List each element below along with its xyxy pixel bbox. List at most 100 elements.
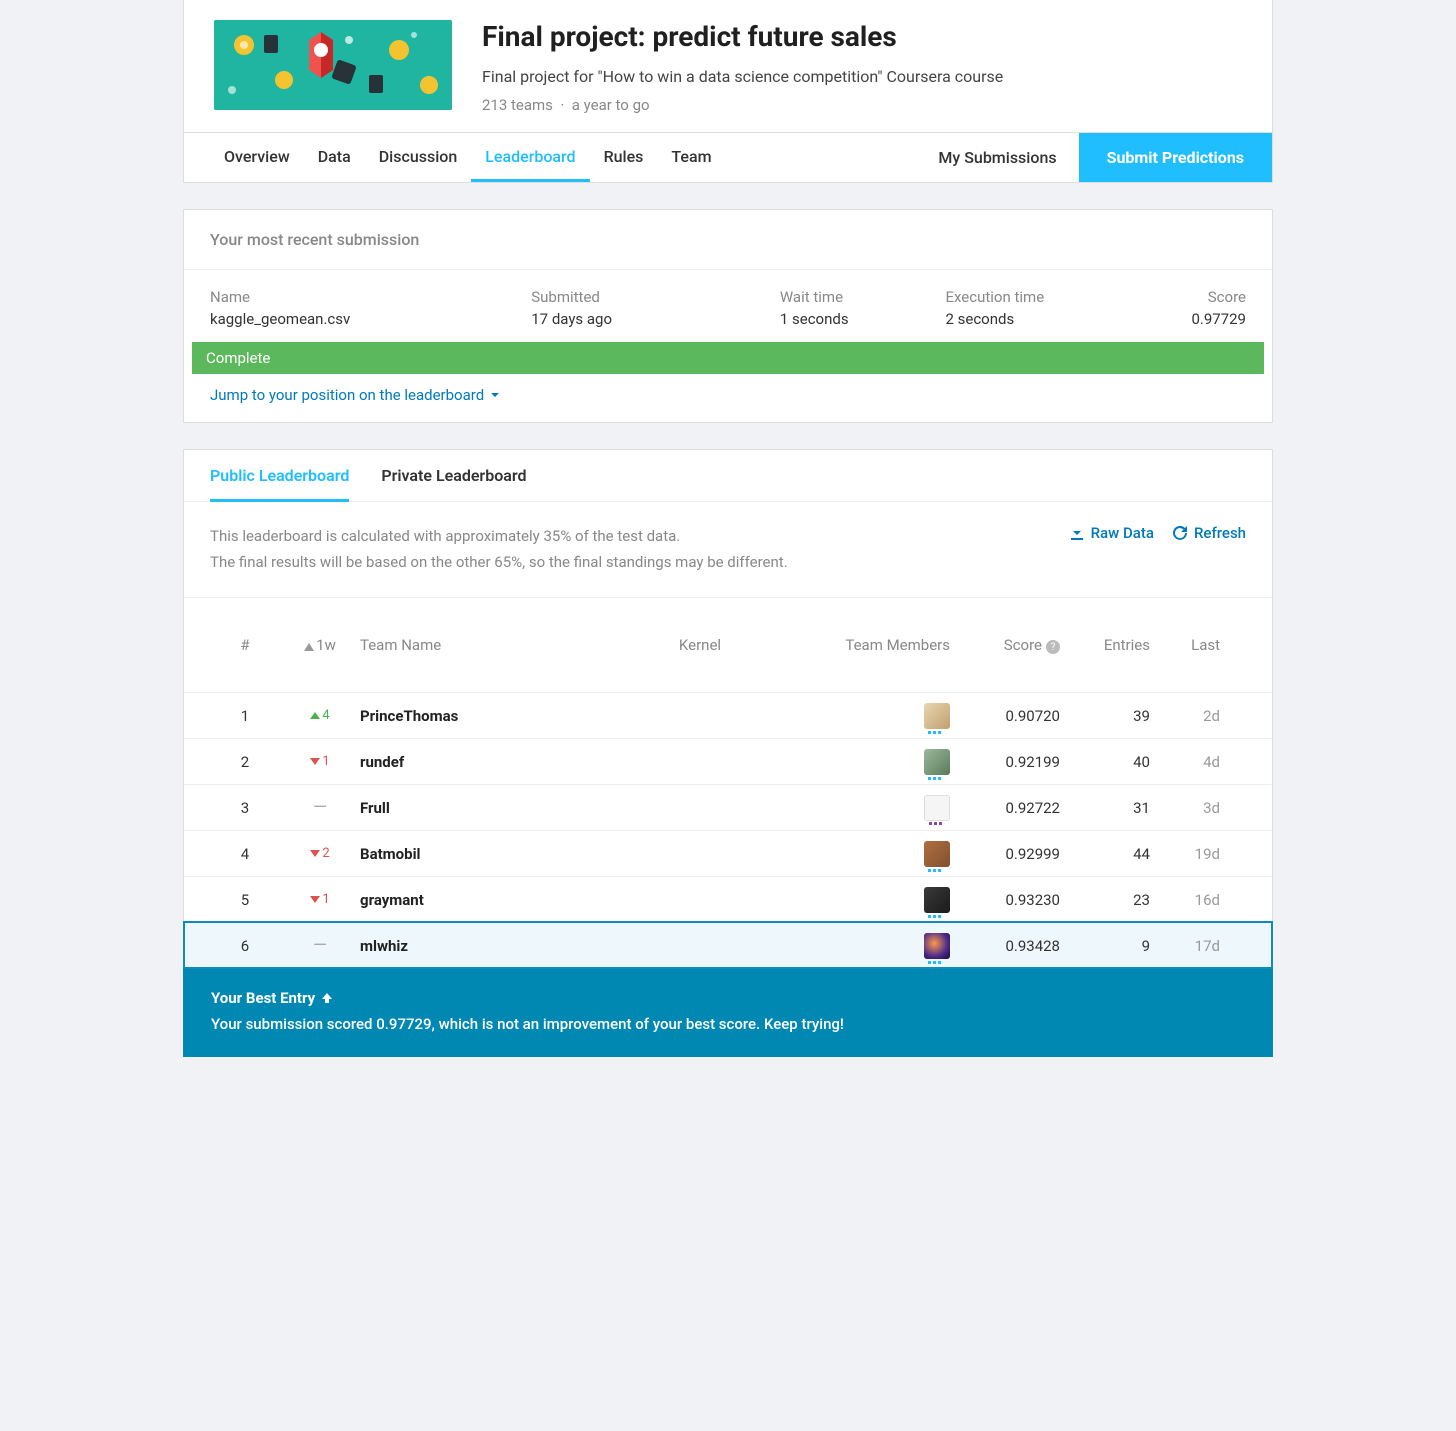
col-last: Last [1150,636,1220,654]
cell-entries: 39 [1060,707,1150,725]
main-tabs: Overview Data Discussion Leaderboard Rul… [184,132,1272,182]
recent-label-score: Score [1142,288,1246,306]
recent-value-submitted: 17 days ago [531,310,770,328]
cell-team-name: PrinceThomas [360,707,620,725]
cell-entries: 44 [1060,845,1150,863]
recent-value-wait: 1 seconds [780,310,936,328]
cell-rank: 3 [210,799,280,817]
my-submissions-link[interactable]: My Submissions [916,133,1078,182]
cell-last: 2d [1150,707,1220,725]
avatar[interactable] [924,703,950,729]
arrow-up-icon [321,992,333,1004]
tab-data[interactable]: Data [304,133,365,182]
cell-members [780,795,950,821]
cell-score: 0.92999 [950,845,1060,863]
cell-rank: 6 [210,937,280,955]
help-icon[interactable]: ? [1046,640,1060,654]
cell-team-name: Frull [360,799,620,817]
best-entry-message: Your submission scored 0.97729, which is… [211,1015,1245,1033]
col-entries: Entries [1060,636,1150,654]
tab-overview[interactable]: Overview [210,133,304,182]
cell-team-name: Batmobil [360,845,620,863]
cell-entries: 23 [1060,891,1150,909]
table-row[interactable]: 3 — Frull 0.92722 31 3d [184,784,1272,830]
cell-score: 0.90720 [950,707,1060,725]
recent-value-score: 0.97729 [1142,310,1246,328]
jump-to-position-link[interactable]: Jump to your position on the leaderboard [184,374,1272,422]
tab-discussion[interactable]: Discussion [365,133,472,182]
avatar[interactable] [924,933,950,959]
competition-header: Final project: predict future sales Fina… [183,0,1273,183]
cell-last: 3d [1150,799,1220,817]
col-members: Team Members [780,636,950,654]
recent-label-exec: Execution time [945,288,1132,306]
cell-score: 0.93230 [950,891,1060,909]
cell-rank: 2 [210,753,280,771]
col-team: Team Name [360,636,620,654]
col-kernel: Kernel [620,636,780,654]
recent-label-wait: Wait time [780,288,936,306]
refresh-link[interactable]: Refresh [1172,524,1246,542]
cell-delta: 4 [280,708,360,723]
table-row[interactable]: 6 — mlwhiz 0.93428 9 17d [184,922,1272,968]
recent-value-exec: 2 seconds [945,310,1132,328]
raw-data-link[interactable]: Raw Data [1069,524,1154,542]
delta-icon [304,643,314,651]
tab-leaderboard[interactable]: Leaderboard [471,133,589,182]
cell-entries: 9 [1060,937,1150,955]
cell-entries: 31 [1060,799,1150,817]
avatar[interactable] [924,795,950,821]
avatar[interactable] [924,749,950,775]
cell-delta: 1 [280,754,360,769]
cell-last: 4d [1150,753,1220,771]
cell-entries: 40 [1060,753,1150,771]
tab-team[interactable]: Team [657,133,725,182]
cell-members [780,703,950,729]
col-rank: # [210,636,280,654]
table-row[interactable]: 1 4 PrinceThomas 0.90720 39 2d [184,692,1272,738]
recent-submission-heading: Your most recent submission [184,210,1272,270]
leaderboard-table: # 1w Team Name Kernel Team Members Score… [184,597,1272,968]
caret-down-icon [490,390,500,400]
avatar[interactable] [924,841,950,867]
cell-members [780,841,950,867]
cell-members [780,933,950,959]
download-icon [1069,525,1085,541]
tab-rules[interactable]: Rules [590,133,658,182]
best-entry-title: Your Best Entry [211,989,315,1007]
recent-label-name: Name [210,288,521,306]
cell-team-name: rundef [360,753,620,771]
cell-score: 0.92199 [950,753,1060,771]
competition-subtitle: Final project for "How to win a data sci… [482,67,1242,86]
cell-last: 17d [1150,937,1220,955]
table-row[interactable]: 5 1 graymant 0.93230 23 16d [184,876,1272,922]
cell-last: 16d [1150,891,1220,909]
cell-members [780,887,950,913]
col-score: Score? [950,636,1060,655]
table-row[interactable]: 4 2 Batmobil 0.92999 44 19d [184,830,1272,876]
recent-submission-card: Your most recent submission Namekaggle_g… [183,209,1273,423]
recent-label-submitted: Submitted [531,288,770,306]
refresh-icon [1172,525,1188,541]
cell-last: 19d [1150,845,1220,863]
best-entry-banner: Your Best Entry Your submission scored 0… [183,969,1273,1057]
tab-private-leaderboard[interactable]: Private Leaderboard [381,466,526,502]
table-row[interactable]: 2 1 rundef 0.92199 40 4d [184,738,1272,784]
cell-members [780,749,950,775]
cell-delta: 1 [280,892,360,907]
avatar[interactable] [924,887,950,913]
submit-predictions-button[interactable]: Submit Predictions [1079,133,1272,182]
cell-team-name: mlwhiz [360,937,620,955]
cell-score: 0.92722 [950,799,1060,817]
cell-rank: 4 [210,845,280,863]
cell-rank: 1 [210,707,280,725]
leaderboard-card: Public Leaderboard Private Leaderboard T… [183,449,1273,969]
leaderboard-description: This leaderboard is calculated with appr… [210,524,1069,575]
cell-team-name: graymant [360,891,620,909]
delta-up-icon [310,712,320,719]
tab-public-leaderboard[interactable]: Public Leaderboard [210,466,349,502]
col-delta: 1w [280,636,360,654]
cell-delta: 2 [280,846,360,861]
delta-down-icon [310,896,320,903]
cell-score: 0.93428 [950,937,1060,955]
